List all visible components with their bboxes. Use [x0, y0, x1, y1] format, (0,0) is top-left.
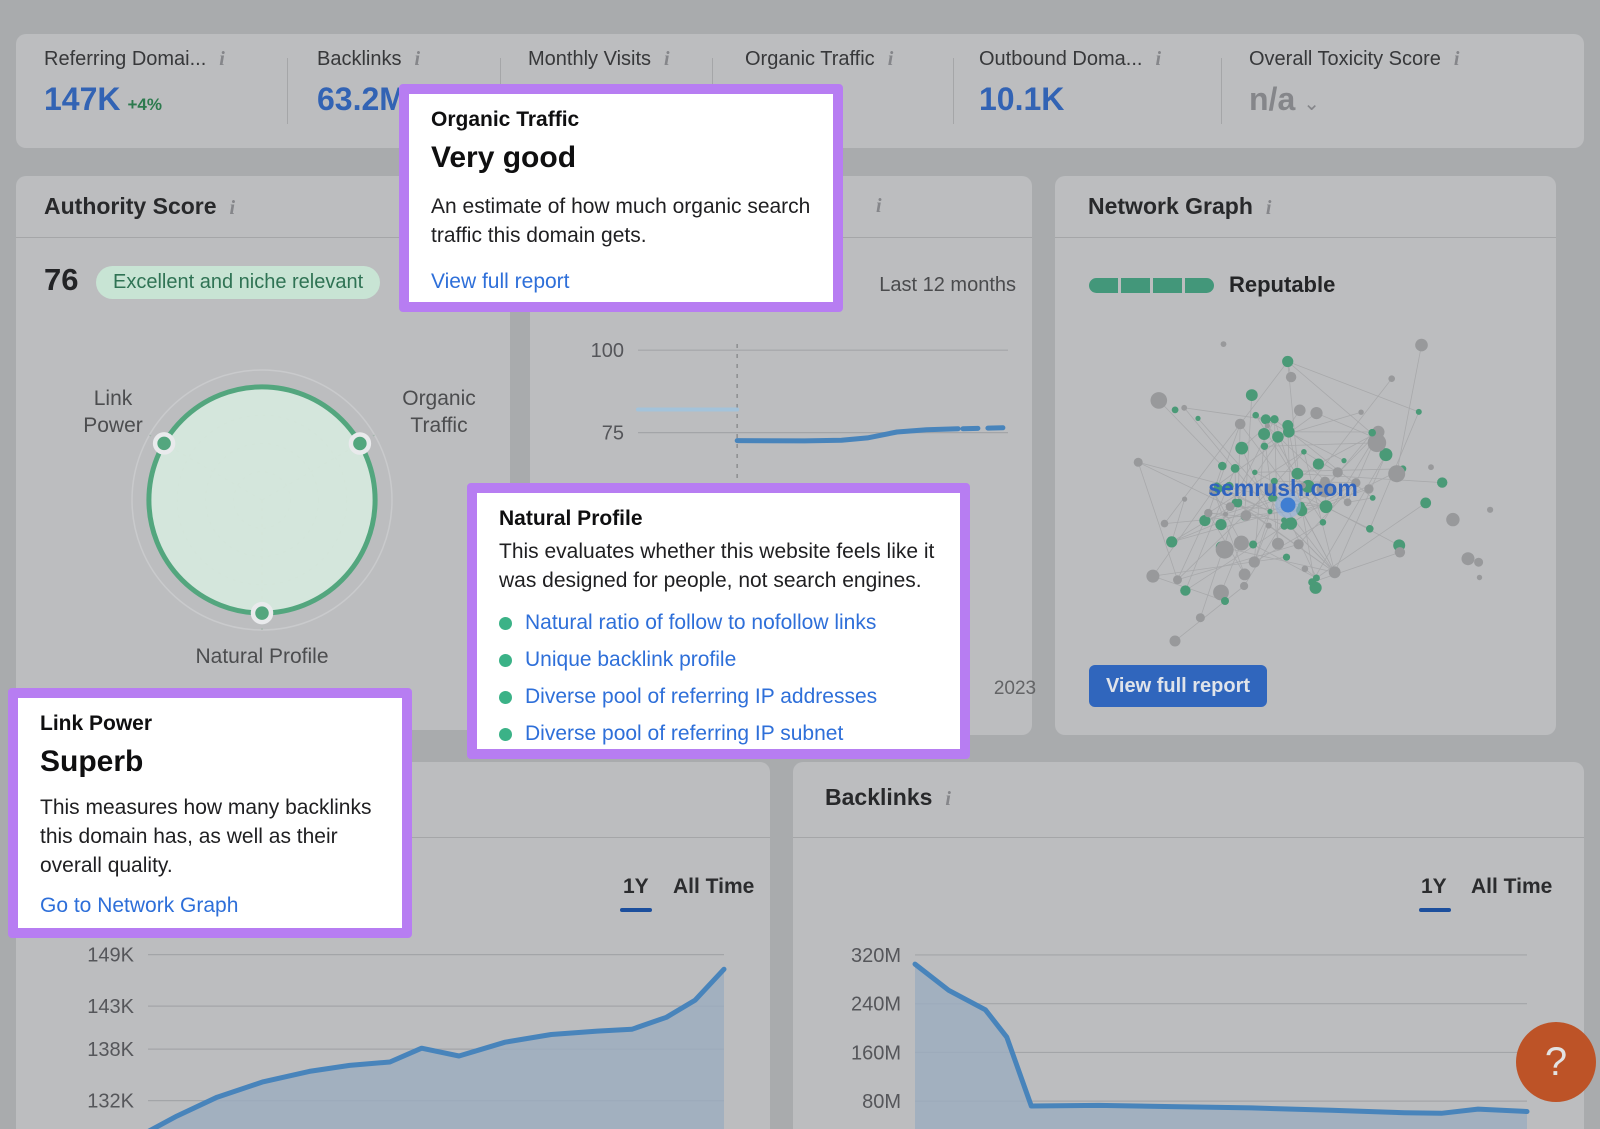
card-header: Network Graph i: [1055, 176, 1556, 238]
divider: [953, 58, 954, 124]
svg-text:100: 100: [591, 340, 624, 362]
bullet-link[interactable]: Diverse pool of referring IP subnet: [499, 722, 938, 746]
info-icon[interactable]: i: [1454, 48, 1460, 71]
rating-segment: [1153, 278, 1182, 293]
tab-all-time[interactable]: All Time: [1471, 875, 1552, 899]
bullet-dot-icon: [499, 728, 512, 741]
svg-text:160M: 160M: [851, 1042, 901, 1064]
info-icon[interactable]: i: [888, 48, 894, 71]
metric-outbound-domains: Outbound Doma... i 10.1K: [979, 48, 1161, 118]
svg-text:138K: 138K: [87, 1039, 134, 1061]
metric-label: Organic Traffic: [745, 48, 875, 70]
network-graph: semrush.com: [1055, 296, 1556, 686]
bullet-dot-icon: [499, 691, 512, 704]
tooltip-body: This measures how many backlinks this do…: [40, 793, 380, 880]
tooltip-title: Organic Traffic: [431, 108, 811, 132]
tab-all-time[interactable]: All Time: [673, 875, 754, 899]
svg-text:149K: 149K: [87, 945, 134, 967]
info-icon[interactable]: i: [664, 48, 670, 71]
link-power-tooltip: Link Power Superb This measures how many…: [8, 688, 412, 938]
go-to-network-graph-link[interactable]: Go to Network Graph: [40, 894, 380, 918]
info-icon[interactable]: i: [945, 788, 951, 811]
radar-chart: [16, 330, 510, 640]
divider: [287, 58, 288, 124]
bullet-dot-icon: [499, 617, 512, 630]
rating-segment: [1089, 278, 1118, 293]
card-title: Backlinks: [825, 784, 932, 810]
metric-label: Backlinks: [317, 48, 401, 70]
backlinks-chart: 320M 240M 160M 80M: [793, 912, 1584, 1129]
natural-profile-tooltip: Natural Profile This evaluates whether t…: [467, 483, 970, 759]
tab-1y[interactable]: 1Y: [1421, 875, 1447, 899]
network-graph-card: Network Graph i Reputable semrush.com Vie…: [1055, 176, 1556, 735]
svg-text:75: 75: [602, 423, 624, 445]
metric-label: Outbound Doma...: [979, 48, 1142, 70]
metric-value: 147K+4%: [44, 81, 225, 118]
metric-value: n/a⌄: [1249, 81, 1459, 118]
help-button[interactable]: ?: [1516, 1022, 1596, 1102]
x-axis-label: 2023: [970, 678, 1060, 700]
question-mark-icon: ?: [1545, 1040, 1567, 1085]
chevron-down-icon[interactable]: ⌄: [1303, 93, 1320, 115]
card-header: Backlinks i: [793, 762, 1584, 838]
tooltip-title: Link Power: [40, 712, 380, 736]
view-full-report-link[interactable]: View full report: [431, 270, 811, 294]
svg-text:240M: 240M: [851, 994, 901, 1016]
bullet-dot-icon: [499, 654, 512, 667]
organic-traffic-tooltip: Organic Traffic Very good An estimate of…: [399, 84, 843, 312]
radar-axis-organic-traffic: Organic Traffic: [384, 385, 494, 439]
bullet-link[interactable]: Unique backlink profile: [499, 648, 938, 672]
authority-score-badge: Excellent and niche relevant: [96, 266, 380, 299]
metric-delta: +4%: [128, 95, 163, 114]
metric-toxicity-score: Overall Toxicity Score i n/a⌄: [1249, 48, 1459, 118]
metric-value: 10.1K: [979, 81, 1161, 118]
rating-bar: [1089, 278, 1214, 293]
rating-segment: [1121, 278, 1150, 293]
divider: [1221, 58, 1222, 124]
tooltip-rating: Superb: [40, 745, 380, 779]
authority-score-value: 76: [44, 262, 78, 298]
info-icon[interactable]: i: [1155, 48, 1161, 71]
tooltip-rating: Very good: [431, 141, 811, 175]
info-icon[interactable]: i: [876, 195, 882, 218]
card-title: Network Graph: [1088, 193, 1253, 219]
svg-text:143K: 143K: [87, 996, 134, 1018]
metric-referring-domains: Referring Domai... i 147K+4%: [44, 48, 225, 118]
metric-label: Overall Toxicity Score: [1249, 48, 1441, 70]
info-icon[interactable]: i: [230, 197, 236, 220]
radar-axis-natural-profile: Natural Profile: [112, 643, 412, 670]
info-icon[interactable]: i: [414, 48, 420, 71]
semrush-dashboard: Referring Domai...i 147K+4% Backlinksi 6…: [0, 0, 1600, 1129]
metric-label: Monthly Visits: [528, 48, 651, 70]
svg-text:132K: 132K: [87, 1091, 134, 1113]
bullet-link[interactable]: Natural ratio of follow to nofollow link…: [499, 611, 938, 635]
referring-domains-chart: 149K 143K 138K 132K: [16, 912, 770, 1129]
svg-text:320M: 320M: [851, 945, 901, 967]
tooltip-body: An estimate of how much organic search t…: [431, 192, 811, 250]
info-icon[interactable]: i: [1266, 197, 1272, 220]
rating-label: Reputable: [1229, 272, 1335, 298]
view-full-report-button[interactable]: View full report: [1089, 665, 1267, 707]
metric-monthly-visits: Monthly Visits i: [528, 48, 670, 71]
tooltip-body: This evaluates whether this website feel…: [499, 537, 938, 595]
card-title: Authority Score: [44, 193, 217, 219]
tooltip-title: Natural Profile: [499, 507, 938, 531]
reputation-rating: Reputable: [1089, 272, 1335, 298]
svg-text:80M: 80M: [862, 1091, 901, 1113]
radar-axis-link-power: Link Power: [68, 385, 158, 439]
range-label: Last 12 months: [879, 274, 1016, 297]
tab-1y[interactable]: 1Y: [623, 875, 649, 899]
tooltip-bullets: Natural ratio of follow to nofollow link…: [499, 611, 938, 746]
info-icon[interactable]: i: [219, 48, 225, 71]
bullet-link[interactable]: Diverse pool of referring IP addresses: [499, 685, 938, 709]
metric-organic-traffic: Organic Traffic i: [745, 48, 893, 71]
backlinks-card: Backlinks i 1Y All Time 320M 240M 160M 80M: [793, 762, 1584, 1129]
rating-segment: [1185, 278, 1214, 293]
svg-text:semrush.com: semrush.com: [1208, 475, 1358, 501]
metric-label: Referring Domai...: [44, 48, 206, 70]
